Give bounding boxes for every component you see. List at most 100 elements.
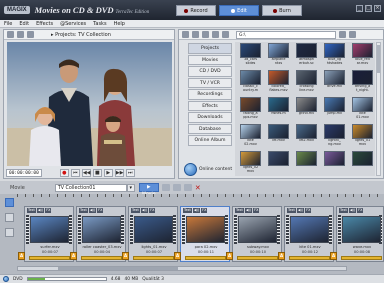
- storyboard-scrollbar[interactable]: [17, 266, 347, 271]
- media-file[interactable]: 3d_cars slides: [237, 42, 264, 68]
- scene-overview-icon[interactable]: [4, 228, 14, 237]
- media-file[interactable]: driving_a t_night.: [349, 69, 376, 95]
- media-file[interactable]: grind.mv: [293, 96, 320, 122]
- snapshot-icon[interactable]: [27, 31, 34, 38]
- media-file[interactable]: airplane ntxs: [265, 42, 292, 68]
- undo-icon[interactable]: [172, 184, 181, 191]
- transition-icon[interactable]: A: [226, 252, 233, 260]
- quality-label[interactable]: Qualität 3: [142, 277, 164, 282]
- audio-chip-button[interactable]: ◀)): [140, 208, 149, 213]
- storyboard-clip[interactable]: Text ◀)) FX para 02.mxv 00:00:11: [180, 206, 230, 262]
- category-database[interactable]: Database: [188, 123, 232, 134]
- menu-item-file[interactable]: File: [4, 21, 12, 27]
- menu-item-tasks[interactable]: Tasks: [93, 21, 106, 27]
- media-file[interactable]: atmosph erbuh.sc: [293, 42, 320, 68]
- effects-chip-button[interactable]: FX: [305, 208, 312, 213]
- cut-icon[interactable]: [161, 184, 170, 191]
- menu-item-edit[interactable]: Edit: [19, 21, 29, 27]
- transition-icon[interactable]: A: [122, 252, 129, 260]
- clip-audio-bar[interactable]: [133, 256, 174, 260]
- media-file[interactable]: lightni_ ng.mxv: [321, 123, 348, 149]
- storyboard-view-icon[interactable]: [4, 198, 14, 207]
- fast-forward-button[interactable]: ▶▶: [114, 169, 124, 177]
- movie-dropdown-button[interactable]: ▾: [126, 183, 135, 192]
- timecode-display[interactable]: 00:00:00:00: [6, 169, 42, 177]
- record-button[interactable]: ●: [59, 169, 69, 177]
- text-chip-button[interactable]: Text: [339, 208, 348, 213]
- category-projects[interactable]: Projects: [188, 43, 232, 54]
- text-chip-button[interactable]: Text: [235, 208, 244, 213]
- transition-icon[interactable]: A: [18, 252, 25, 260]
- media-file[interactable]: kite 02.mxv: [237, 123, 264, 149]
- redo-icon[interactable]: [183, 184, 192, 191]
- file-grid-scrollbar[interactable]: [376, 42, 381, 176]
- storyboard-clip[interactable]: Text ◀)) FX kite 01.mxv 00:00:12: [284, 206, 334, 262]
- storyboard-clip[interactable]: Text ◀)) FX surfer.mxv 00:00:07: [24, 206, 74, 262]
- effects-chip-button[interactable]: FX: [201, 208, 208, 213]
- media-file[interactable]: colored_ flakes.mxv: [265, 69, 292, 95]
- timeline-view-icon[interactable]: [4, 213, 14, 222]
- text-chip-button[interactable]: Text: [27, 208, 36, 213]
- preview-settings-icon[interactable]: [7, 31, 14, 38]
- audio-chip-button[interactable]: ◀)): [88, 208, 97, 213]
- media-file[interactable]: lift2.mxv: [293, 123, 320, 149]
- view-mode-icon[interactable]: [222, 31, 229, 38]
- storyboard-clip[interactable]: Text ◀)) FX wave.mxv 00:00:08: [336, 206, 384, 262]
- go-to-end-button[interactable]: ⏭: [125, 169, 135, 177]
- transition-icon[interactable]: A: [174, 252, 181, 260]
- movie-name-field[interactable]: TV Collection01: [54, 183, 127, 192]
- clip-audio-bar[interactable]: [81, 256, 122, 260]
- effects-chip-button[interactable]: FX: [45, 208, 52, 213]
- media-file[interactable]: [265, 150, 292, 176]
- play-button[interactable]: ▶: [103, 169, 113, 177]
- project-breadcrumb[interactable]: ▸ Projects: TV Collection: [51, 32, 111, 38]
- effects-chip-button[interactable]: FX: [253, 208, 260, 213]
- media-file[interactable]: [321, 150, 348, 176]
- go-to-start-button[interactable]: ⏮: [70, 169, 80, 177]
- maximize-button[interactable]: □: [365, 5, 372, 12]
- video-preview[interactable]: [7, 42, 172, 166]
- fullscreen-icon[interactable]: [17, 31, 24, 38]
- media-file[interactable]: blue_red ar.mxv: [349, 42, 376, 68]
- list-view-icon[interactable]: [339, 31, 346, 38]
- effects-chip-button[interactable]: FX: [149, 208, 156, 213]
- forward-icon[interactable]: [192, 31, 199, 38]
- media-file[interactable]: lights_01 mxv: [349, 123, 376, 149]
- text-chip-button[interactable]: Text: [183, 208, 192, 213]
- media-file[interactable]: crossing line.mxv: [293, 69, 320, 95]
- text-chip-button[interactable]: Text: [287, 208, 296, 213]
- media-file[interactable]: [349, 150, 376, 176]
- category-cd-dvd[interactable]: CD / DVD: [188, 66, 232, 77]
- minimize-button[interactable]: _: [356, 5, 363, 12]
- clip-audio-bar[interactable]: [341, 256, 382, 260]
- audio-chip-button[interactable]: ◀)): [192, 208, 201, 213]
- clip-audio-bar[interactable]: [185, 256, 226, 260]
- menu-item-services[interactable]: @Services: [60, 21, 86, 27]
- transition-icon[interactable]: A: [330, 252, 337, 260]
- menu-item-help[interactable]: Help: [114, 21, 125, 27]
- category-online-album[interactable]: Online Album: [188, 135, 232, 146]
- storyboard-clip[interactable]: Text ◀)) FX lights_01.mxv 00:00:07: [128, 206, 178, 262]
- media-file[interactable]: [293, 150, 320, 176]
- text-chip-button[interactable]: Text: [131, 208, 140, 213]
- text-chip-button[interactable]: Text: [79, 208, 88, 213]
- stop-button[interactable]: ■: [92, 169, 102, 177]
- path-field[interactable]: G:\: [236, 30, 336, 39]
- back-icon[interactable]: [182, 31, 189, 38]
- storyboard-mode-button[interactable]: ▶ Movie: [138, 183, 159, 197]
- audio-chip-button[interactable]: ◀)): [36, 208, 45, 213]
- media-file[interactable]: jump.mv: [321, 96, 348, 122]
- transition-icon[interactable]: A: [278, 252, 285, 260]
- delete-icon[interactable]: ✕: [195, 184, 201, 192]
- audio-chip-button[interactable]: ◀)): [244, 208, 253, 213]
- thumbnail-view-icon[interactable]: [349, 31, 356, 38]
- transition-icon[interactable]: A: [70, 252, 77, 260]
- media-file[interactable]: fishes.m: [265, 96, 292, 122]
- category-tv-vcr[interactable]: TV / VCR: [188, 77, 232, 88]
- storyboard-clip[interactable]: Text ◀)) FX roller coaster_03.mxv 00:00:04: [76, 206, 126, 262]
- mode-burn-button[interactable]: Burn: [262, 5, 302, 16]
- media-file[interactable]: kite 01.mxv: [349, 96, 376, 122]
- effects-chip-button[interactable]: FX: [97, 208, 104, 213]
- media-file[interactable]: lights_02 mxv: [237, 150, 264, 176]
- online-content-button[interactable]: Online content: [184, 163, 232, 176]
